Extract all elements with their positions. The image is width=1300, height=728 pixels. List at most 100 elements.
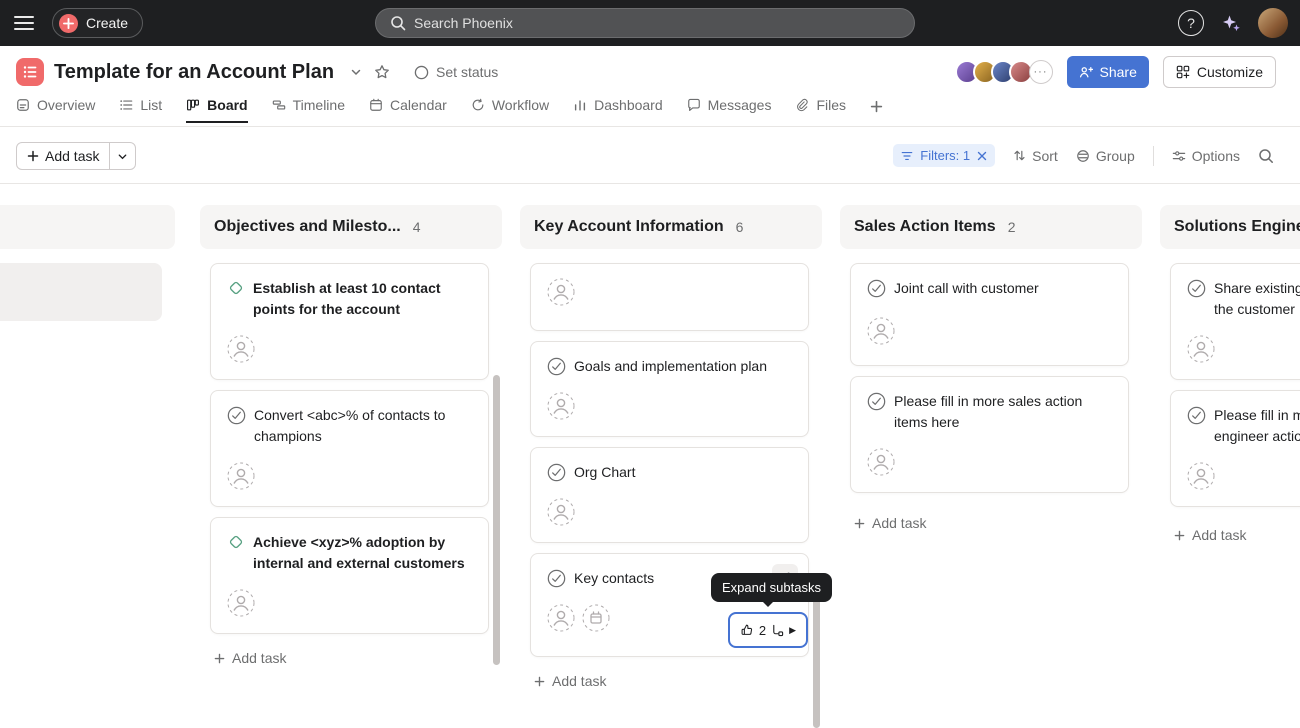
group-button[interactable]: Group: [1076, 148, 1135, 164]
task-card[interactable]: Establish at least 10 contact points for…: [210, 263, 489, 380]
member-avatar-stack[interactable]: ···: [955, 60, 1053, 84]
tab-dashboard[interactable]: Dashboard: [573, 97, 663, 123]
column-header[interactable]: Sales Action Items 2: [840, 205, 1142, 249]
filters-chip[interactable]: Filters: 1: [893, 144, 995, 167]
filters-label: Filters: 1: [920, 148, 970, 163]
task-card-key-contacts[interactable]: Key contacts 2 ▶ Expand subtasks: [530, 553, 809, 657]
board-column-solutions: Solutions Enginee Share existing the cus…: [1160, 205, 1300, 543]
customize-button[interactable]: Customize: [1163, 56, 1276, 88]
help-icon[interactable]: ?: [1178, 10, 1204, 36]
column-header[interactable]: Solutions Enginee: [1160, 205, 1300, 249]
tab-list[interactable]: List: [119, 97, 162, 123]
like-count: 2: [759, 623, 766, 638]
check-circle-icon[interactable]: [1187, 279, 1206, 298]
tab-overview[interactable]: Overview: [16, 97, 95, 123]
sort-button[interactable]: Sort: [1013, 148, 1058, 164]
check-circle-icon[interactable]: [867, 279, 886, 298]
task-card[interactable]: Please fill in m engineer action it: [1170, 390, 1300, 507]
check-circle-icon[interactable]: [547, 463, 566, 482]
check-circle-icon[interactable]: [1187, 406, 1206, 425]
workflow-icon: [471, 98, 485, 112]
tab-files[interactable]: Files: [795, 97, 846, 123]
files-icon: [795, 98, 809, 112]
column-scrollbar[interactable]: [813, 588, 820, 728]
assignee-placeholder-icon[interactable]: [547, 392, 575, 420]
assignee-placeholder-icon[interactable]: [227, 462, 255, 490]
hamburger-menu-icon[interactable]: [14, 13, 34, 33]
task-card[interactable]: Goals and implementation plan: [530, 341, 809, 437]
column-header[interactable]: Key Account Information 6: [520, 205, 822, 249]
chevron-down-icon[interactable]: [350, 66, 362, 78]
board-search-icon[interactable]: [1258, 148, 1274, 164]
assignee-placeholder-icon[interactable]: [547, 604, 575, 632]
column-header[interactable]: [0, 205, 175, 249]
due-date-placeholder-icon[interactable]: [582, 604, 610, 632]
column-header[interactable]: Objectives and Milesto... 4: [200, 205, 502, 249]
column-count: 6: [736, 219, 744, 235]
milestone-icon[interactable]: [227, 279, 245, 297]
clear-filter-icon[interactable]: [977, 151, 987, 161]
star-icon[interactable]: [374, 64, 390, 80]
add-view-button[interactable]: [870, 100, 883, 123]
column-add-task-button[interactable]: Add task: [1174, 527, 1300, 543]
column-add-task-button[interactable]: Add task: [214, 650, 502, 666]
task-card[interactable]: [0, 263, 162, 321]
tab-messages[interactable]: Messages: [687, 97, 772, 123]
task-card[interactable]: Please fill in more sales action items h…: [850, 376, 1129, 493]
more-members-button[interactable]: ···: [1029, 60, 1053, 84]
expand-subtasks-tooltip: Expand subtasks: [711, 573, 832, 602]
task-card[interactable]: Share existing the customer: [1170, 263, 1300, 380]
set-status-label: Set status: [436, 64, 498, 80]
tab-workflow[interactable]: Workflow: [471, 97, 549, 123]
options-button[interactable]: Options: [1172, 148, 1240, 164]
check-circle-icon[interactable]: [547, 569, 566, 588]
tab-calendar[interactable]: Calendar: [369, 97, 447, 123]
plus-icon: [870, 100, 883, 113]
task-card[interactable]: Joint call with customer: [850, 263, 1129, 366]
column-add-task-button[interactable]: Add task: [854, 515, 1142, 531]
plus-icon: [1174, 530, 1185, 541]
assignee-placeholder-icon[interactable]: [227, 335, 255, 363]
assignee-placeholder-icon[interactable]: [867, 317, 895, 345]
view-tabs: Overview List Board Timeline Calendar Wo…: [16, 97, 883, 123]
tab-board[interactable]: Board: [186, 97, 247, 123]
add-task-dropdown[interactable]: [109, 143, 135, 169]
user-avatar[interactable]: [1258, 8, 1288, 38]
search-icon: [390, 15, 406, 31]
create-button[interactable]: Create: [52, 8, 143, 38]
board-column-key-account: Key Account Information 6 Goals and impl…: [520, 205, 822, 689]
check-circle-icon[interactable]: [867, 392, 886, 411]
task-title: Org Chart: [574, 462, 635, 483]
column-scrollbar[interactable]: [493, 375, 500, 665]
task-card[interactable]: Achieve <xyz>% adoption by internal and …: [210, 517, 489, 634]
column-title: Objectives and Milesto...: [214, 218, 401, 236]
project-icon[interactable]: [16, 58, 44, 86]
add-task-button[interactable]: Add task: [17, 143, 109, 169]
search-input[interactable]: [414, 15, 900, 31]
assignee-placeholder-icon[interactable]: [227, 589, 255, 617]
task-card[interactable]: Org Chart: [530, 447, 809, 543]
milestone-icon[interactable]: [227, 533, 245, 551]
check-circle-icon[interactable]: [547, 357, 566, 376]
tab-timeline[interactable]: Timeline: [272, 97, 345, 123]
column-add-task-button[interactable]: Add task: [534, 673, 822, 689]
global-search[interactable]: [375, 8, 915, 38]
expand-subtasks-button[interactable]: 2 ▶: [728, 612, 808, 648]
assignee-placeholder-icon[interactable]: [547, 278, 575, 306]
check-circle-icon[interactable]: [227, 406, 246, 425]
task-card[interactable]: Convert <abc>% of contacts to champions: [210, 390, 489, 507]
options-icon: [1172, 149, 1186, 163]
task-title: Establish at least 10 contact points for…: [253, 278, 472, 320]
filter-icon: [901, 150, 913, 162]
task-card[interactable]: [530, 263, 809, 331]
board-toolbar: Add task Filters: 1 Sort Group Options: [0, 128, 1300, 183]
share-button[interactable]: Share: [1067, 56, 1149, 88]
page-title: Template for an Account Plan: [54, 61, 334, 84]
sparkle-ai-icon[interactable]: [1220, 12, 1242, 34]
assignee-placeholder-icon[interactable]: [1187, 462, 1215, 490]
assignee-placeholder-icon[interactable]: [547, 498, 575, 526]
set-status-button[interactable]: Set status: [414, 64, 498, 80]
assignee-placeholder-icon[interactable]: [867, 448, 895, 476]
task-title: Achieve <xyz>% adoption by internal and …: [253, 532, 472, 574]
assignee-placeholder-icon[interactable]: [1187, 335, 1215, 363]
